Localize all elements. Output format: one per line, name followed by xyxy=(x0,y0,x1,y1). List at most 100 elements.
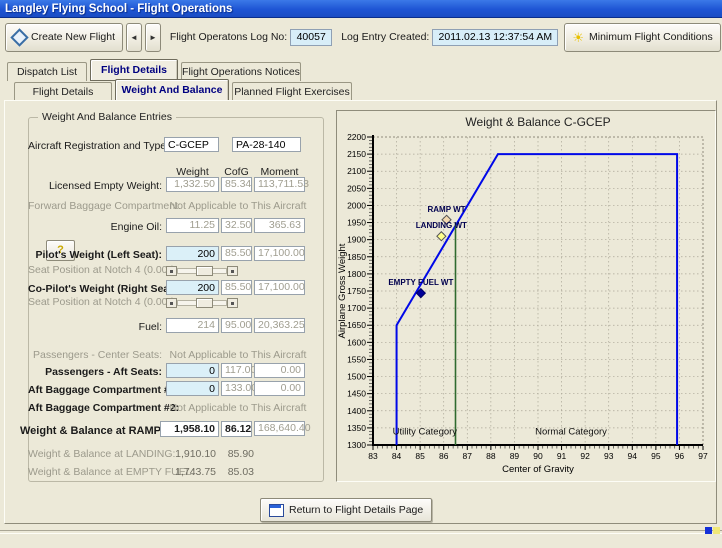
fwd-baggage-na: Not Applicable to This Aircraft xyxy=(168,200,308,212)
fuel-moment-field: 20,363.25 xyxy=(254,318,305,333)
ramp-label: Weight & Balance at RAMP: xyxy=(20,425,158,437)
copilot-weight-field[interactable] xyxy=(166,280,219,295)
empty-fuel-label: Weight & Balance at EMPTY FUEL: xyxy=(28,466,162,478)
svg-text:95: 95 xyxy=(651,451,661,461)
inner-tab-strip: Flight Details Weight And Balance Planne… xyxy=(14,81,352,101)
create-new-flight-label: Create New Flight xyxy=(31,31,115,43)
slider-right-button[interactable] xyxy=(227,298,238,308)
slider-left-button[interactable] xyxy=(166,298,177,308)
slider-thumb[interactable] xyxy=(196,266,213,276)
landing-weight-value: 1,910.10 xyxy=(166,448,216,460)
fuel-cofg-field: 95.00 xyxy=(221,318,252,333)
resize-grip-yellow xyxy=(713,527,720,534)
svg-text:83: 83 xyxy=(368,451,378,461)
aft-bag1-label: Aft Baggage Compartment #1: xyxy=(28,384,162,396)
svg-text:Weight & Balance C-GCEP: Weight & Balance C-GCEP xyxy=(465,115,610,129)
pilot-weight-field[interactable] xyxy=(166,246,219,261)
pax-aft-label: Passengers - Aft Seats: xyxy=(28,366,162,378)
minimum-flight-conditions-label: Minimum Flight Conditions xyxy=(589,31,713,43)
aircraft-registration-field[interactable] xyxy=(164,137,219,152)
copilot-seat-position-label: Seat Position at Notch 4 (0.00") xyxy=(28,296,162,308)
chart-titles: Weight & Balance C-GCEP Center of Gravity… xyxy=(337,115,611,475)
svg-text:88: 88 xyxy=(486,451,496,461)
chart-region-labels: Utility CategoryNormal Category xyxy=(393,427,607,438)
aft-bag1-weight-field[interactable] xyxy=(166,381,219,396)
aircraft-type-field[interactable] xyxy=(232,137,301,152)
pilot-weight-label: Pilot's Weight (Left Seat): xyxy=(28,249,162,261)
arrow-left-icon: ◄ xyxy=(130,33,138,42)
aircraft-reg-type-label: Aircraft Registration and Type: xyxy=(28,140,162,152)
svg-text:1750: 1750 xyxy=(347,286,366,296)
log-created-label: Log Entry Created: xyxy=(341,31,429,43)
log-created-field[interactable] xyxy=(432,29,558,46)
flight-operations-window: Langley Flying School - Flight Operation… xyxy=(0,0,722,548)
fuel-label: Fuel: xyxy=(28,321,162,333)
pilot-seat-slider[interactable] xyxy=(166,266,238,276)
pax-aft-weight-field[interactable] xyxy=(166,363,219,378)
slider-left-button[interactable] xyxy=(166,266,177,276)
chart-ticks: 8384858687888990919293949596971300135014… xyxy=(347,132,708,461)
tab-planned-flight-exercises[interactable]: Planned Flight Exercises xyxy=(232,82,352,101)
pax-aft-cofg-field: 117.00 xyxy=(221,363,252,378)
minimum-flight-conditions-button[interactable]: ☀ Minimum Flight Conditions xyxy=(564,23,720,52)
pilot-seat-position-label: Seat Position at Notch 4 (0.00") xyxy=(28,264,162,276)
svg-text:1550: 1550 xyxy=(347,354,366,364)
previous-record-button[interactable]: ◄ xyxy=(126,23,142,52)
svg-text:1900: 1900 xyxy=(347,235,366,245)
svg-text:1500: 1500 xyxy=(347,372,366,382)
engine-oil-weight-field: 11.25 xyxy=(166,218,219,233)
svg-text:Airplane Gross Weight: Airplane Gross Weight xyxy=(337,243,348,338)
pax-center-label: Passengers - Center Seats: xyxy=(28,349,162,361)
svg-text:91: 91 xyxy=(557,451,567,461)
bottom-divider xyxy=(0,530,722,534)
pax-aft-moment-field: 0.00 xyxy=(254,363,305,378)
sun-icon: ☀ xyxy=(572,31,584,44)
copilot-seat-slider[interactable] xyxy=(166,298,238,308)
svg-text:1350: 1350 xyxy=(347,423,366,433)
landing-cofg-value: 85.90 xyxy=(220,448,254,460)
svg-text:2050: 2050 xyxy=(347,183,366,193)
aft-bag2-na: Not Applicable to This Aircraft xyxy=(168,402,308,414)
diamond-icon xyxy=(10,28,28,46)
weight-balance-chart-panel: 8384858687888990919293949596971300135014… xyxy=(336,110,716,482)
form-window-icon xyxy=(269,504,284,517)
svg-text:1400: 1400 xyxy=(347,406,366,416)
aft-bag2-label: Aft Baggage Compartment #2: xyxy=(28,402,162,414)
toolbar: Create New Flight ◄ ► Flight Operatons L… xyxy=(5,23,717,51)
create-new-flight-button[interactable]: Create New Flight xyxy=(5,23,123,52)
svg-text:96: 96 xyxy=(675,451,685,461)
ramp-weight-field: 1,958.10 xyxy=(160,421,219,437)
tab-flight-details-inner[interactable]: Flight Details xyxy=(14,82,112,101)
return-to-flight-details-button[interactable]: Return to Flight Details Page xyxy=(260,498,432,522)
svg-text:RAMP WT: RAMP WT xyxy=(428,205,466,214)
next-record-button[interactable]: ► xyxy=(145,23,161,52)
svg-text:94: 94 xyxy=(628,451,638,461)
slider-right-button[interactable] xyxy=(227,266,238,276)
empty-fuel-weight-value: 1,743.75 xyxy=(166,466,216,478)
svg-text:87: 87 xyxy=(463,451,473,461)
svg-text:97: 97 xyxy=(698,451,708,461)
weight-balance-chart: 8384858687888990919293949596971300135014… xyxy=(337,111,715,481)
slider-thumb[interactable] xyxy=(196,298,213,308)
tab-dispatch-list[interactable]: Dispatch List xyxy=(7,62,87,81)
landing-label: Weight & Balance at LANDING: xyxy=(28,448,162,460)
svg-text:89: 89 xyxy=(510,451,520,461)
svg-text:86: 86 xyxy=(439,451,449,461)
svg-text:85: 85 xyxy=(415,451,425,461)
licensed-cofg-field: 85.34 xyxy=(221,177,252,192)
svg-text:1700: 1700 xyxy=(347,303,366,313)
svg-text:Utility Category: Utility Category xyxy=(393,427,458,438)
svg-text:2100: 2100 xyxy=(347,166,366,176)
resize-grip-blue xyxy=(705,527,712,534)
svg-text:1450: 1450 xyxy=(347,389,366,399)
svg-text:84: 84 xyxy=(392,451,402,461)
svg-text:Center of Gravity: Center of Gravity xyxy=(502,464,574,475)
tab-flight-details-outer[interactable]: Flight Details xyxy=(90,59,178,81)
aft-bag1-moment-field: 0.00 xyxy=(254,381,305,396)
return-button-label: Return to Flight Details Page xyxy=(289,504,423,516)
svg-text:EMPTY FUEL WT: EMPTY FUEL WT xyxy=(388,278,453,287)
empty-fuel-cofg-value: 85.03 xyxy=(220,466,254,478)
licensed-weight-field: 1,332.50 xyxy=(166,177,219,192)
tab-weight-and-balance[interactable]: Weight And Balance xyxy=(115,79,229,101)
log-no-field[interactable] xyxy=(290,29,332,46)
